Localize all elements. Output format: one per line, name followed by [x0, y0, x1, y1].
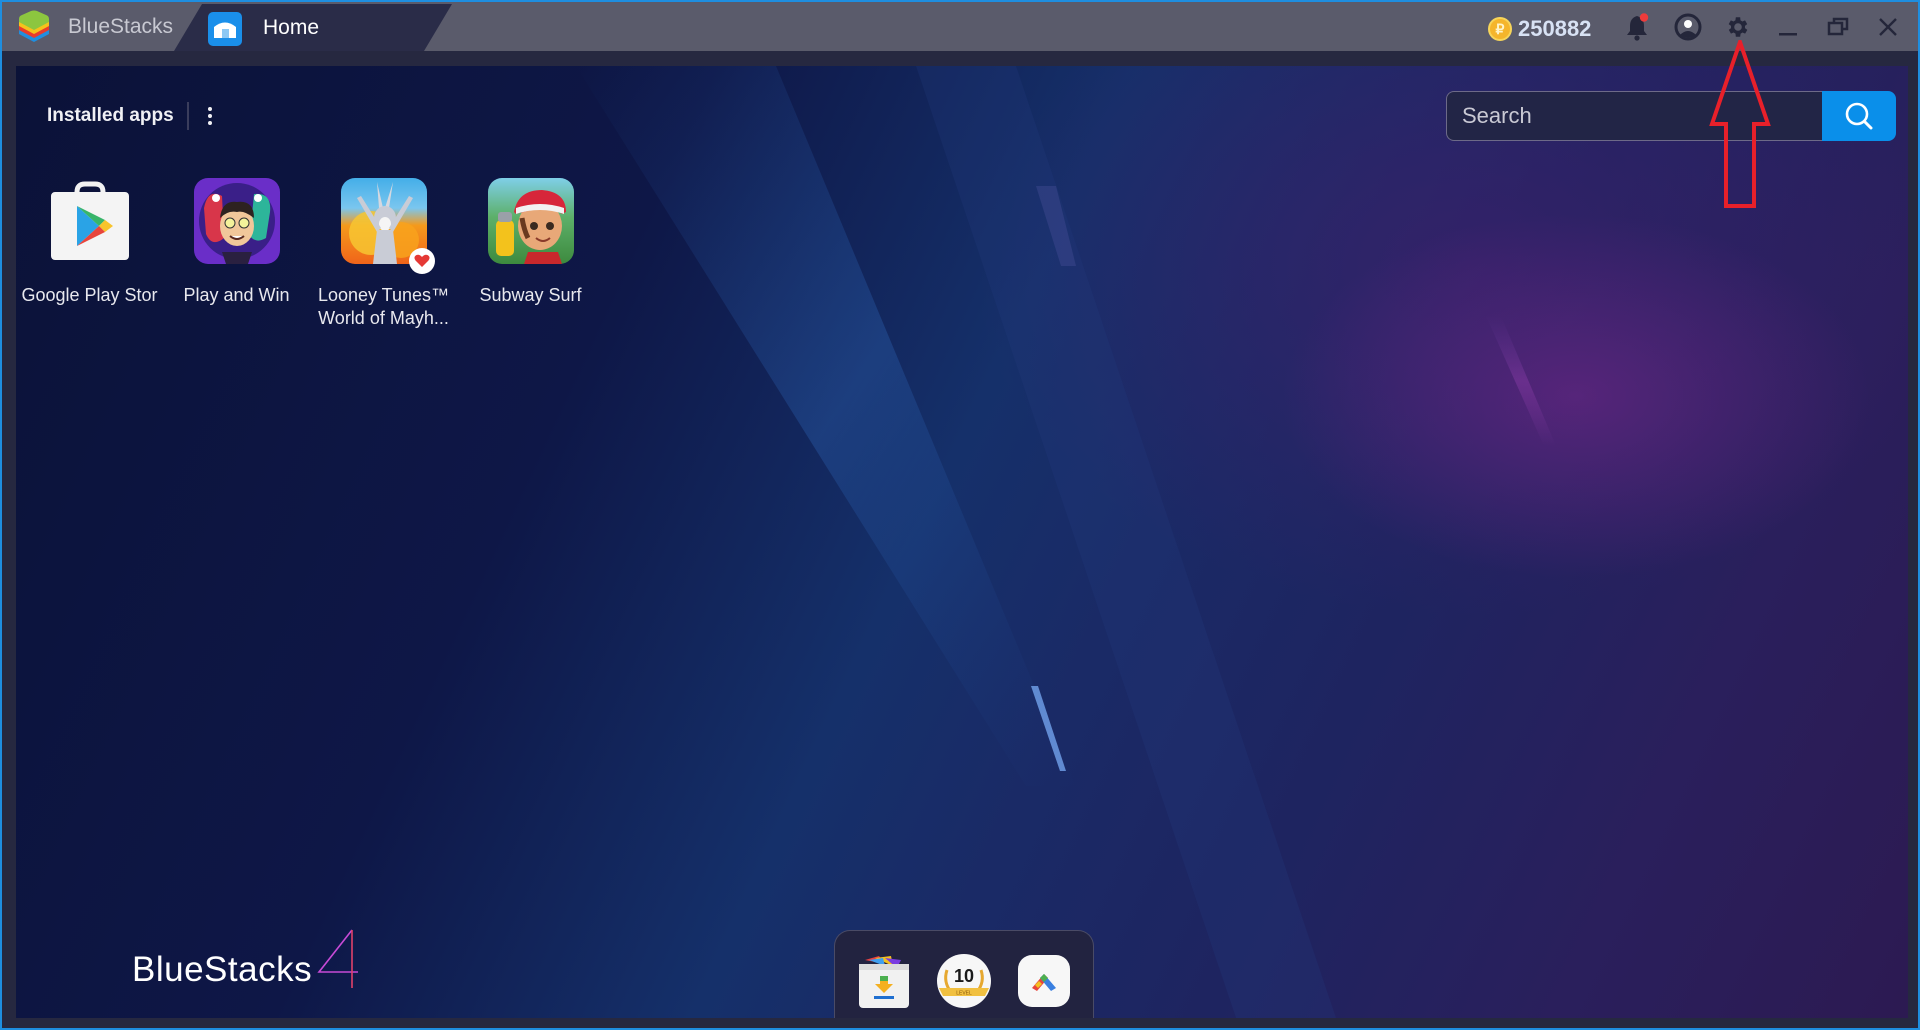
installed-apps-title: Installed apps — [47, 105, 174, 126]
app-label: Looney Tunes™ World of Mayh... — [314, 284, 454, 330]
bell-icon — [1627, 13, 1649, 41]
coins-counter[interactable]: ₽ 250882 — [1488, 16, 1591, 42]
dock-level-badge[interactable]: 10 LEVEL — [935, 952, 993, 1010]
app-play-and-win[interactable]: Play and Win — [163, 178, 310, 330]
close-icon — [1879, 18, 1897, 36]
level-number: 10 — [954, 966, 974, 986]
app-looney-tunes[interactable]: Looney Tunes™ World of Mayh... — [310, 178, 457, 330]
search-icon — [1845, 102, 1873, 130]
app-label-line2: World of Mayh... — [318, 308, 449, 328]
play-and-win-icon — [193, 178, 280, 264]
close-button[interactable] — [1873, 12, 1903, 42]
kebab-menu-icon[interactable] — [203, 102, 217, 130]
home-screen: Installed apps Search Google Play Stor P… — [16, 66, 1908, 1018]
app-center-download-icon — [859, 955, 909, 1008]
tab-home[interactable]: Home — [174, 4, 452, 51]
dock: 10 LEVEL — [834, 930, 1094, 1018]
play-store-icon — [47, 178, 133, 264]
notifications-button[interactable] — [1622, 12, 1652, 42]
app-google-play-store[interactable]: Google Play Stor — [16, 178, 163, 330]
header-divider — [186, 102, 189, 130]
subway-surf-icon — [487, 178, 574, 264]
app-label: Google Play Stor — [21, 285, 158, 305]
user-circle-icon — [1674, 13, 1702, 41]
bluestacks-4-logo: BlueStacks — [132, 928, 360, 990]
chevron-up-colorful-icon — [1018, 954, 1070, 1007]
app-label: Subway Surf — [479, 285, 582, 305]
level-badge-icon: 10 LEVEL — [937, 953, 991, 1008]
bluestacks-logo-icon — [19, 10, 49, 42]
restore-button[interactable] — [1823, 12, 1853, 42]
search-input[interactable] — [1446, 91, 1822, 141]
installed-apps-header: Installed apps — [47, 102, 217, 130]
settings-button[interactable] — [1723, 12, 1753, 42]
home-icon — [208, 12, 242, 46]
app-label: Play and Win — [183, 285, 290, 305]
tab-label: Home — [263, 16, 320, 39]
minimize-icon — [1779, 33, 1797, 36]
search-button[interactable] — [1822, 91, 1896, 141]
footer-logo-text: BlueStacks — [132, 950, 313, 989]
version-4-glyph — [317, 929, 359, 988]
installed-apps-grid: Google Play Stor Play and Win Looney Tun… — [16, 178, 604, 330]
bluestacks-window: BlueStacks Home ₽ 250882 Installed apps … — [0, 0, 1920, 1030]
app-name: BlueStacks — [68, 15, 174, 38]
title-bar: BlueStacks Home ₽ 250882 — [2, 2, 1918, 51]
restore-icon — [1827, 17, 1849, 36]
search-bar — [1446, 91, 1896, 141]
gear-icon — [1728, 17, 1748, 37]
minimize-button[interactable] — [1773, 12, 1803, 42]
app-label-line1: Looney Tunes™ — [317, 285, 450, 305]
app-subway-surf[interactable]: Subway Surf — [457, 178, 604, 330]
dock-app-center[interactable] — [855, 952, 913, 1010]
dock-bluestacks-launcher[interactable] — [1015, 952, 1073, 1010]
coin-icon: ₽ — [1488, 17, 1512, 41]
coin-count: 250882 — [1518, 16, 1592, 41]
brand: BlueStacks — [16, 9, 173, 45]
level-caption: LEVEL — [956, 990, 972, 996]
heart-badge-icon — [408, 248, 435, 274]
account-button[interactable] — [1673, 12, 1703, 42]
